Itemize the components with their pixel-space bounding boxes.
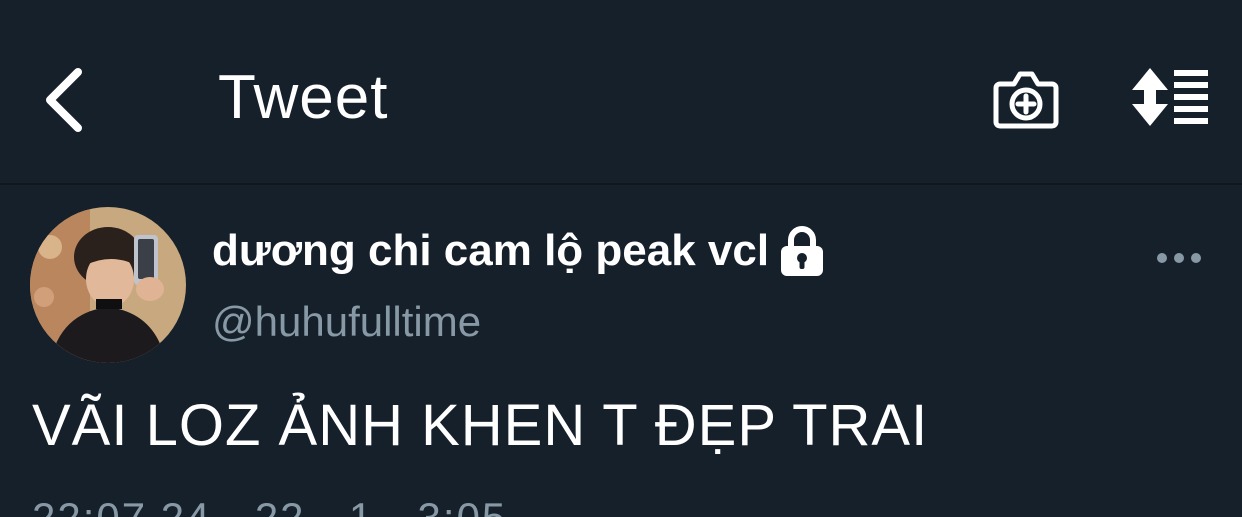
username-handle[interactable]: @huhufulltime: [212, 298, 481, 346]
top-navigation-bar: Tweet: [0, 0, 1242, 185]
author-name-row: dương chi cam lộ peak vcl: [212, 220, 825, 282]
more-dots-icon: [1157, 253, 1201, 263]
sort-list-icon: [1132, 68, 1208, 126]
chevron-left-icon: [46, 68, 82, 132]
avatar[interactable]: [30, 207, 186, 363]
back-button[interactable]: [30, 60, 100, 140]
sort-replies-button[interactable]: [1128, 66, 1212, 128]
tweet-body-text: VÃI LOZ ẢNH KHEN T ĐẸP TRAI: [32, 393, 929, 458]
add-photo-icon: [993, 71, 1059, 129]
tweet-timestamp: 22:07 24 · 22 · 1 · 3:05: [32, 494, 507, 517]
display-name[interactable]: dương chi cam lộ peak vcl: [212, 226, 769, 276]
profile-photo: [30, 207, 186, 363]
more-options-button[interactable]: [1152, 238, 1206, 278]
tweet-detail-screen: Tweet dương chi cam lộ peak vcl @huhuful…: [0, 0, 1242, 517]
page-title: Tweet: [218, 63, 389, 132]
lock-icon: [781, 226, 824, 276]
add-photo-button[interactable]: [992, 64, 1060, 132]
